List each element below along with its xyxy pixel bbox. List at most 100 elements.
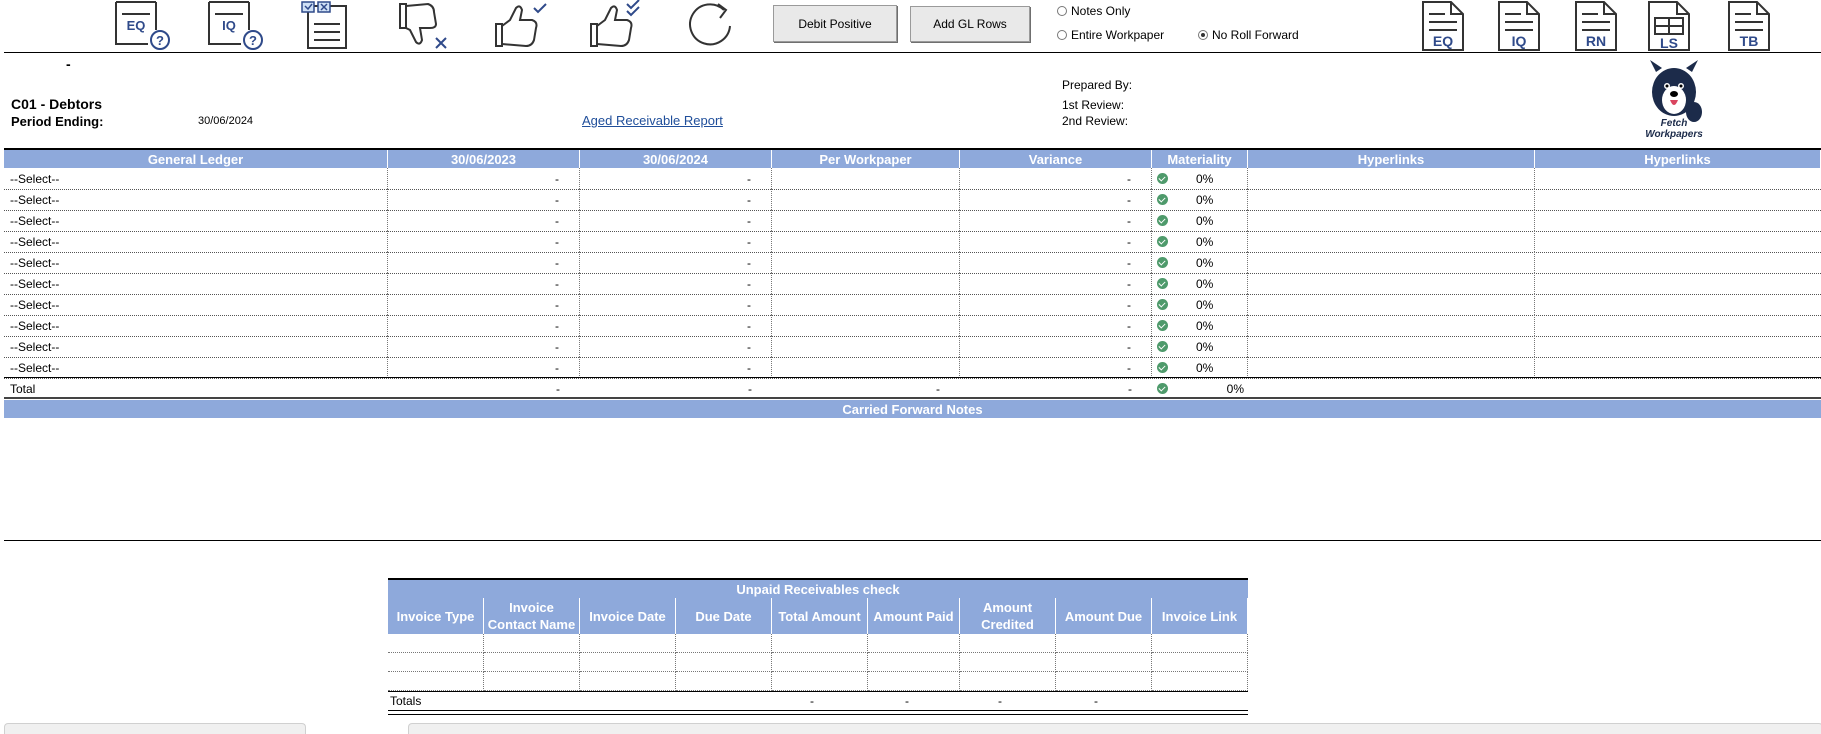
materiality-cell: 0% bbox=[1152, 231, 1248, 252]
unpaid-cell[interactable] bbox=[772, 634, 868, 653]
refresh-icon[interactable] bbox=[680, 0, 740, 52]
notes-bottom-border bbox=[4, 540, 1821, 541]
unpaid-cell[interactable] bbox=[1152, 653, 1248, 672]
unpaid-cell[interactable] bbox=[960, 634, 1056, 653]
unpaid-cell[interactable] bbox=[484, 672, 580, 691]
hyperlink-cell[interactable] bbox=[1248, 231, 1535, 252]
eq-doc-icon[interactable]: EQ bbox=[1419, 0, 1467, 52]
unpaid-cell[interactable] bbox=[868, 672, 960, 691]
rn-doc-icon[interactable]: RN bbox=[1572, 0, 1620, 52]
hyperlink-cell[interactable] bbox=[1535, 210, 1821, 231]
unpaid-cell[interactable] bbox=[676, 634, 772, 653]
unpaid-cell[interactable] bbox=[676, 653, 772, 672]
hyperlink-cell[interactable] bbox=[1248, 273, 1535, 294]
gl-select[interactable]: --Select-- bbox=[10, 189, 388, 210]
sheet-tab[interactable] bbox=[408, 723, 1821, 734]
gl-select[interactable]: --Select-- bbox=[10, 315, 388, 336]
gl-select[interactable]: --Select-- bbox=[10, 210, 388, 231]
unpaid-cell[interactable] bbox=[868, 653, 960, 672]
gl-select[interactable]: --Select-- bbox=[10, 357, 388, 378]
hyperlink-cell[interactable] bbox=[1248, 336, 1535, 357]
iq-doc-icon[interactable]: IQ bbox=[1495, 0, 1543, 52]
thumbs-up-double-check-icon[interactable] bbox=[585, 0, 645, 52]
gl-select[interactable]: --Select-- bbox=[10, 231, 388, 252]
unpaid-cell[interactable] bbox=[772, 672, 868, 691]
unpaid-cell[interactable] bbox=[484, 653, 580, 672]
ls-doc-icon[interactable]: LS bbox=[1645, 0, 1693, 52]
hyperlink-cell[interactable] bbox=[1535, 357, 1821, 378]
value-per-workpaper bbox=[772, 252, 960, 273]
value-2024: - bbox=[580, 168, 772, 189]
materiality-value: 0% bbox=[1196, 297, 1214, 312]
page-title: C01 - Debtors bbox=[11, 96, 103, 112]
thumbs-down-icon[interactable] bbox=[392, 0, 452, 52]
iq-help-icon[interactable]: IQ? bbox=[203, 0, 263, 52]
carried-forward-notes-area[interactable] bbox=[4, 418, 1821, 540]
hyperlink-cell[interactable] bbox=[1535, 273, 1821, 294]
hyperlink-cell[interactable] bbox=[1535, 336, 1821, 357]
unpaid-cell[interactable] bbox=[1056, 672, 1152, 691]
hyperlink-cell[interactable] bbox=[1248, 315, 1535, 336]
add-gl-rows-button[interactable]: Add GL Rows bbox=[910, 6, 1030, 42]
unpaid-cell[interactable] bbox=[1056, 634, 1152, 653]
unpaid-cell[interactable] bbox=[772, 653, 868, 672]
hyperlink-cell[interactable] bbox=[1535, 315, 1821, 336]
gl-select[interactable]: --Select-- bbox=[10, 336, 388, 357]
unpaid-cell[interactable] bbox=[1152, 634, 1248, 653]
unpaid-receivables-title: Unpaid Receivables check bbox=[388, 580, 1248, 598]
hyperlink-cell[interactable] bbox=[1535, 252, 1821, 273]
table-row: --Select-- - - -0% bbox=[4, 252, 1821, 274]
value-per-workpaper bbox=[772, 168, 960, 189]
unpaid-cell[interactable] bbox=[484, 634, 580, 653]
hyperlink-cell[interactable] bbox=[1248, 294, 1535, 315]
unpaid-cell[interactable] bbox=[580, 653, 676, 672]
unpaid-cell[interactable] bbox=[580, 634, 676, 653]
unpaid-cell[interactable] bbox=[960, 672, 1056, 691]
value-2023: - bbox=[388, 231, 580, 252]
hyperlink-cell[interactable] bbox=[1248, 168, 1535, 189]
value-per-workpaper bbox=[772, 357, 960, 378]
hyperlink-cell[interactable] bbox=[1248, 210, 1535, 231]
doc-icon-label: RN bbox=[1586, 33, 1606, 49]
hyperlink-cell[interactable] bbox=[1248, 252, 1535, 273]
unpaid-cell[interactable] bbox=[388, 672, 484, 691]
hyperlink-cell[interactable] bbox=[1535, 189, 1821, 210]
unpaid-cell[interactable] bbox=[388, 634, 484, 653]
hyperlink-cell[interactable] bbox=[1535, 168, 1821, 189]
debit-positive-button[interactable]: Debit Positive bbox=[773, 5, 897, 42]
eq-help-icon[interactable]: EQ? bbox=[110, 0, 170, 52]
unpaid-col-header: Invoice Date bbox=[580, 598, 676, 634]
aged-receivable-report-link[interactable]: Aged Receivable Report bbox=[582, 113, 723, 128]
gl-select[interactable]: --Select-- bbox=[10, 252, 388, 273]
materiality-cell: 0% bbox=[1152, 168, 1248, 189]
hyperlink-cell[interactable] bbox=[1248, 189, 1535, 210]
tb-doc-icon[interactable]: TB bbox=[1725, 0, 1773, 52]
radio-no-roll-forward[interactable]: No Roll Forward bbox=[1198, 28, 1299, 42]
materiality-cell: 0% bbox=[1152, 336, 1248, 357]
hyperlink-cell[interactable] bbox=[1535, 294, 1821, 315]
col-hyperlinks-1: Hyperlinks bbox=[1248, 150, 1535, 168]
value-2023: - bbox=[388, 357, 580, 378]
unpaid-cell[interactable] bbox=[388, 653, 484, 672]
unpaid-cell[interactable] bbox=[868, 634, 960, 653]
materiality-value: 0% bbox=[1196, 255, 1214, 270]
gl-select[interactable]: --Select-- bbox=[10, 273, 388, 294]
unpaid-cell[interactable] bbox=[580, 672, 676, 691]
unpaid-cell[interactable] bbox=[1056, 653, 1152, 672]
value-2023: - bbox=[388, 252, 580, 273]
gl-select[interactable]: --Select-- bbox=[10, 168, 388, 189]
thumbs-up-check-icon[interactable] bbox=[490, 0, 550, 52]
hyperlink-cell[interactable] bbox=[1248, 357, 1535, 378]
value-2024: - bbox=[580, 231, 772, 252]
sheet-tab[interactable] bbox=[4, 723, 306, 734]
unpaid-cell[interactable] bbox=[1152, 672, 1248, 691]
materiality-cell: 0% bbox=[1152, 273, 1248, 294]
unpaid-cell[interactable] bbox=[960, 653, 1056, 672]
value-per-workpaper bbox=[772, 189, 960, 210]
checklist-doc-icon[interactable] bbox=[298, 0, 358, 52]
gl-select[interactable]: --Select-- bbox=[10, 294, 388, 315]
radio-entire-workpaper[interactable]: Entire Workpaper bbox=[1057, 28, 1164, 42]
hyperlink-cell[interactable] bbox=[1535, 231, 1821, 252]
radio-notes-only[interactable]: Notes Only bbox=[1057, 4, 1130, 18]
unpaid-cell[interactable] bbox=[676, 672, 772, 691]
